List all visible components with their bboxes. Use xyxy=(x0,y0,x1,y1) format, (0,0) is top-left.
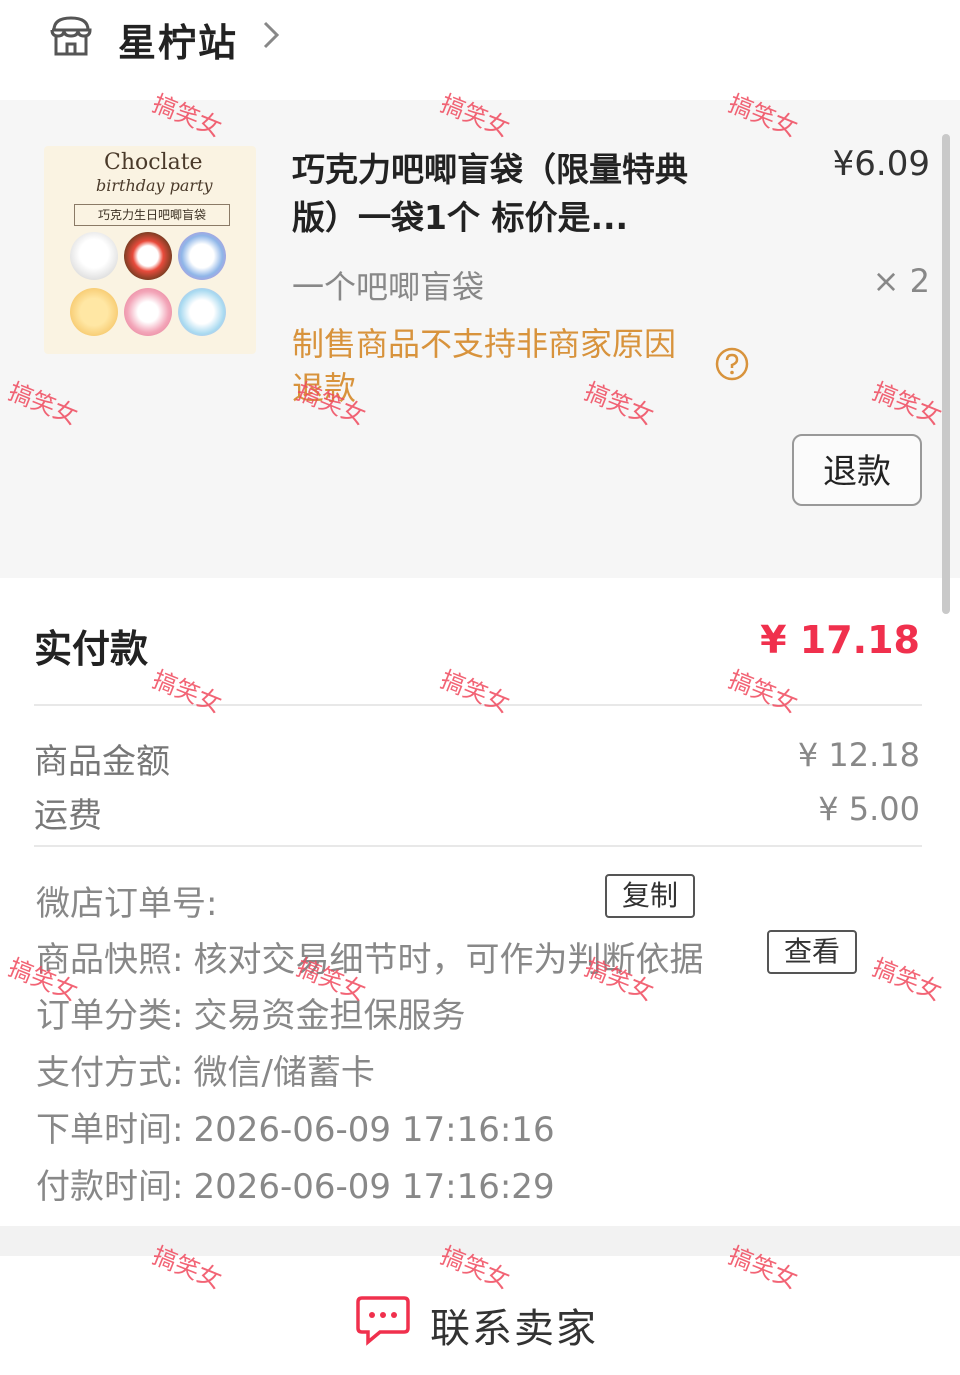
item-quantity: × 2 xyxy=(872,262,930,300)
copy-button[interactable]: 复制 xyxy=(605,874,695,918)
badge-image xyxy=(70,232,118,280)
order-time-value: 2026-06-09 17:16:16 xyxy=(193,1110,555,1150)
watermark: 搞笑女 xyxy=(724,665,802,719)
divider xyxy=(34,845,922,847)
item-title[interactable]: 巧克力吧唧盲袋（限量特典版）一袋1个 标价是... xyxy=(292,146,722,242)
goods-amount-label: 商品金额 xyxy=(34,742,170,782)
chat-icon[interactable] xyxy=(354,1292,412,1348)
pay-time-label: 付款时间: xyxy=(36,1167,184,1207)
order-time-label: 下单时间: xyxy=(36,1110,184,1150)
help-icon[interactable] xyxy=(714,346,750,382)
refund-button[interactable]: 退款 xyxy=(792,434,922,506)
thumbnail-title: Choclate xyxy=(104,150,203,175)
category-row: 订单分类: 交易资金担保服务 xyxy=(36,988,465,1037)
shipping-value: ¥ 5.00 xyxy=(818,790,920,828)
pay-method-label: 支付方式: xyxy=(36,1053,184,1093)
store-header[interactable]: 星柠站 xyxy=(0,0,960,100)
paid-label: 实付款 xyxy=(34,627,149,671)
order-number-row: 微店订单号: xyxy=(36,876,217,925)
contact-seller-button[interactable]: 联系卖家 xyxy=(430,1296,598,1354)
pay-method-row: 支付方式: 微信/储蓄卡 xyxy=(36,1045,375,1094)
badge-image xyxy=(178,232,226,280)
badge-image xyxy=(124,288,172,336)
order-number-label: 微店订单号: xyxy=(36,884,218,924)
watermark: 搞笑女 xyxy=(148,665,226,719)
store-name[interactable]: 星柠站 xyxy=(118,12,238,67)
goods-amount-value: ¥ 12.18 xyxy=(797,736,920,774)
pay-method-value: 微信/储蓄卡 xyxy=(193,1053,375,1093)
category-value: 交易资金担保服务 xyxy=(193,996,466,1036)
product-thumbnail[interactable]: Choclate birthday party 巧克力生日吧唧盲袋 xyxy=(44,146,256,354)
item-price: ¥6.09 xyxy=(832,144,930,184)
scrollbar[interactable] xyxy=(942,134,950,614)
store-icon xyxy=(50,16,92,56)
watermark: 搞笑女 xyxy=(868,953,946,1007)
watermark: 搞笑女 xyxy=(436,665,514,719)
badge-image xyxy=(124,232,172,280)
shipping-label: 运费 xyxy=(34,796,102,836)
pay-time-value: 2026-06-09 17:16:29 xyxy=(193,1167,555,1207)
thumbnail-banner: 巧克力生日吧唧盲袋 xyxy=(74,204,230,226)
chevron-right-icon[interactable] xyxy=(258,18,284,52)
order-time-row: 下单时间: 2026-06-09 17:16:16 xyxy=(36,1102,555,1151)
paid-value: ¥ 17.18 xyxy=(760,618,920,662)
view-snapshot-button[interactable]: 查看 xyxy=(767,930,857,974)
item-spec: 一个吧唧盲袋 xyxy=(292,268,485,306)
badge-image xyxy=(70,288,118,336)
thumbnail-subtitle: birthday party xyxy=(96,176,213,195)
badge-image xyxy=(178,288,226,336)
pay-time-row: 付款时间: 2026-06-09 17:16:29 xyxy=(36,1159,555,1208)
